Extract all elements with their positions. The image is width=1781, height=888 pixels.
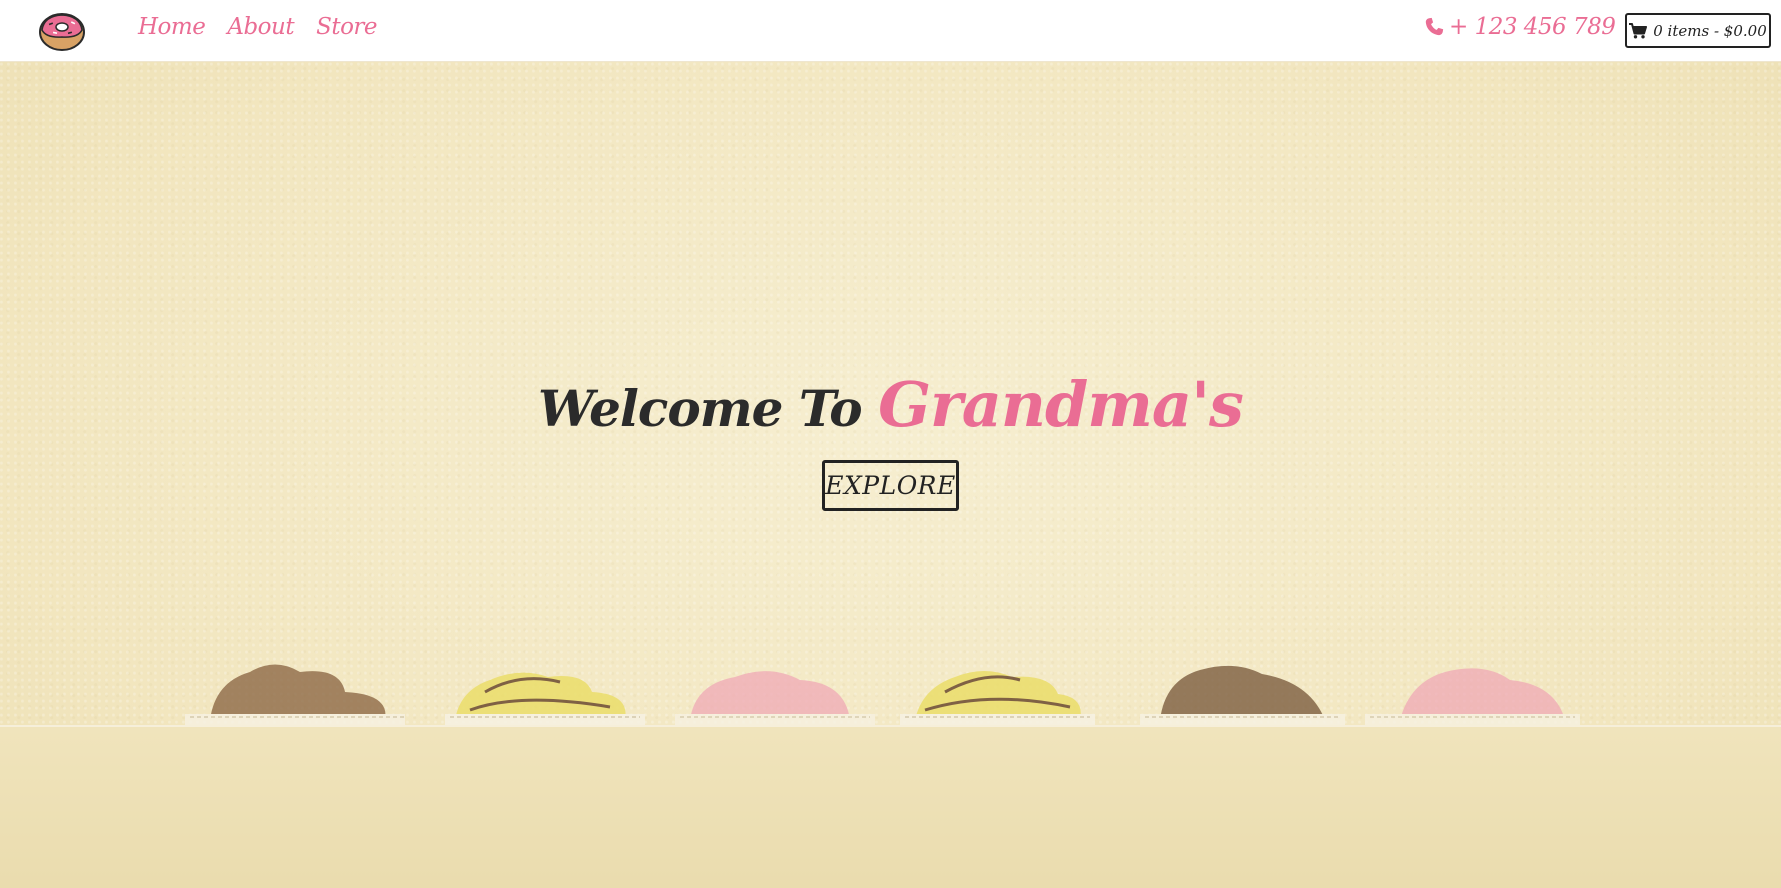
shelf	[0, 725, 1781, 888]
hero-brand: Grandma's	[878, 368, 1244, 441]
hero-heading: Welcome To Grandma's	[0, 368, 1781, 441]
phone-text: + 123 456 789	[1449, 14, 1616, 40]
main-nav: Home About Store	[138, 14, 378, 40]
hero-welcome: Welcome To	[538, 379, 863, 438]
nav-link-about[interactable]: About	[227, 14, 294, 40]
phone-number[interactable]: + 123 456 789	[1423, 14, 1616, 40]
cart-summary: 0 items - $0.00	[1653, 21, 1767, 40]
phone-icon	[1425, 17, 1444, 36]
cart-button[interactable]: 0 items - $0.00	[1625, 13, 1771, 48]
cart-icon	[1629, 22, 1648, 38]
nav-link-home[interactable]: Home	[138, 14, 206, 40]
pastries-image	[185, 664, 1580, 728]
nav-link-store[interactable]: Store	[316, 14, 377, 40]
donut-logo-icon[interactable]	[38, 10, 86, 52]
navbar: Home About Store + 123 456 789 0 items -…	[0, 0, 1781, 62]
explore-button[interactable]: EXPLORE	[822, 460, 959, 511]
